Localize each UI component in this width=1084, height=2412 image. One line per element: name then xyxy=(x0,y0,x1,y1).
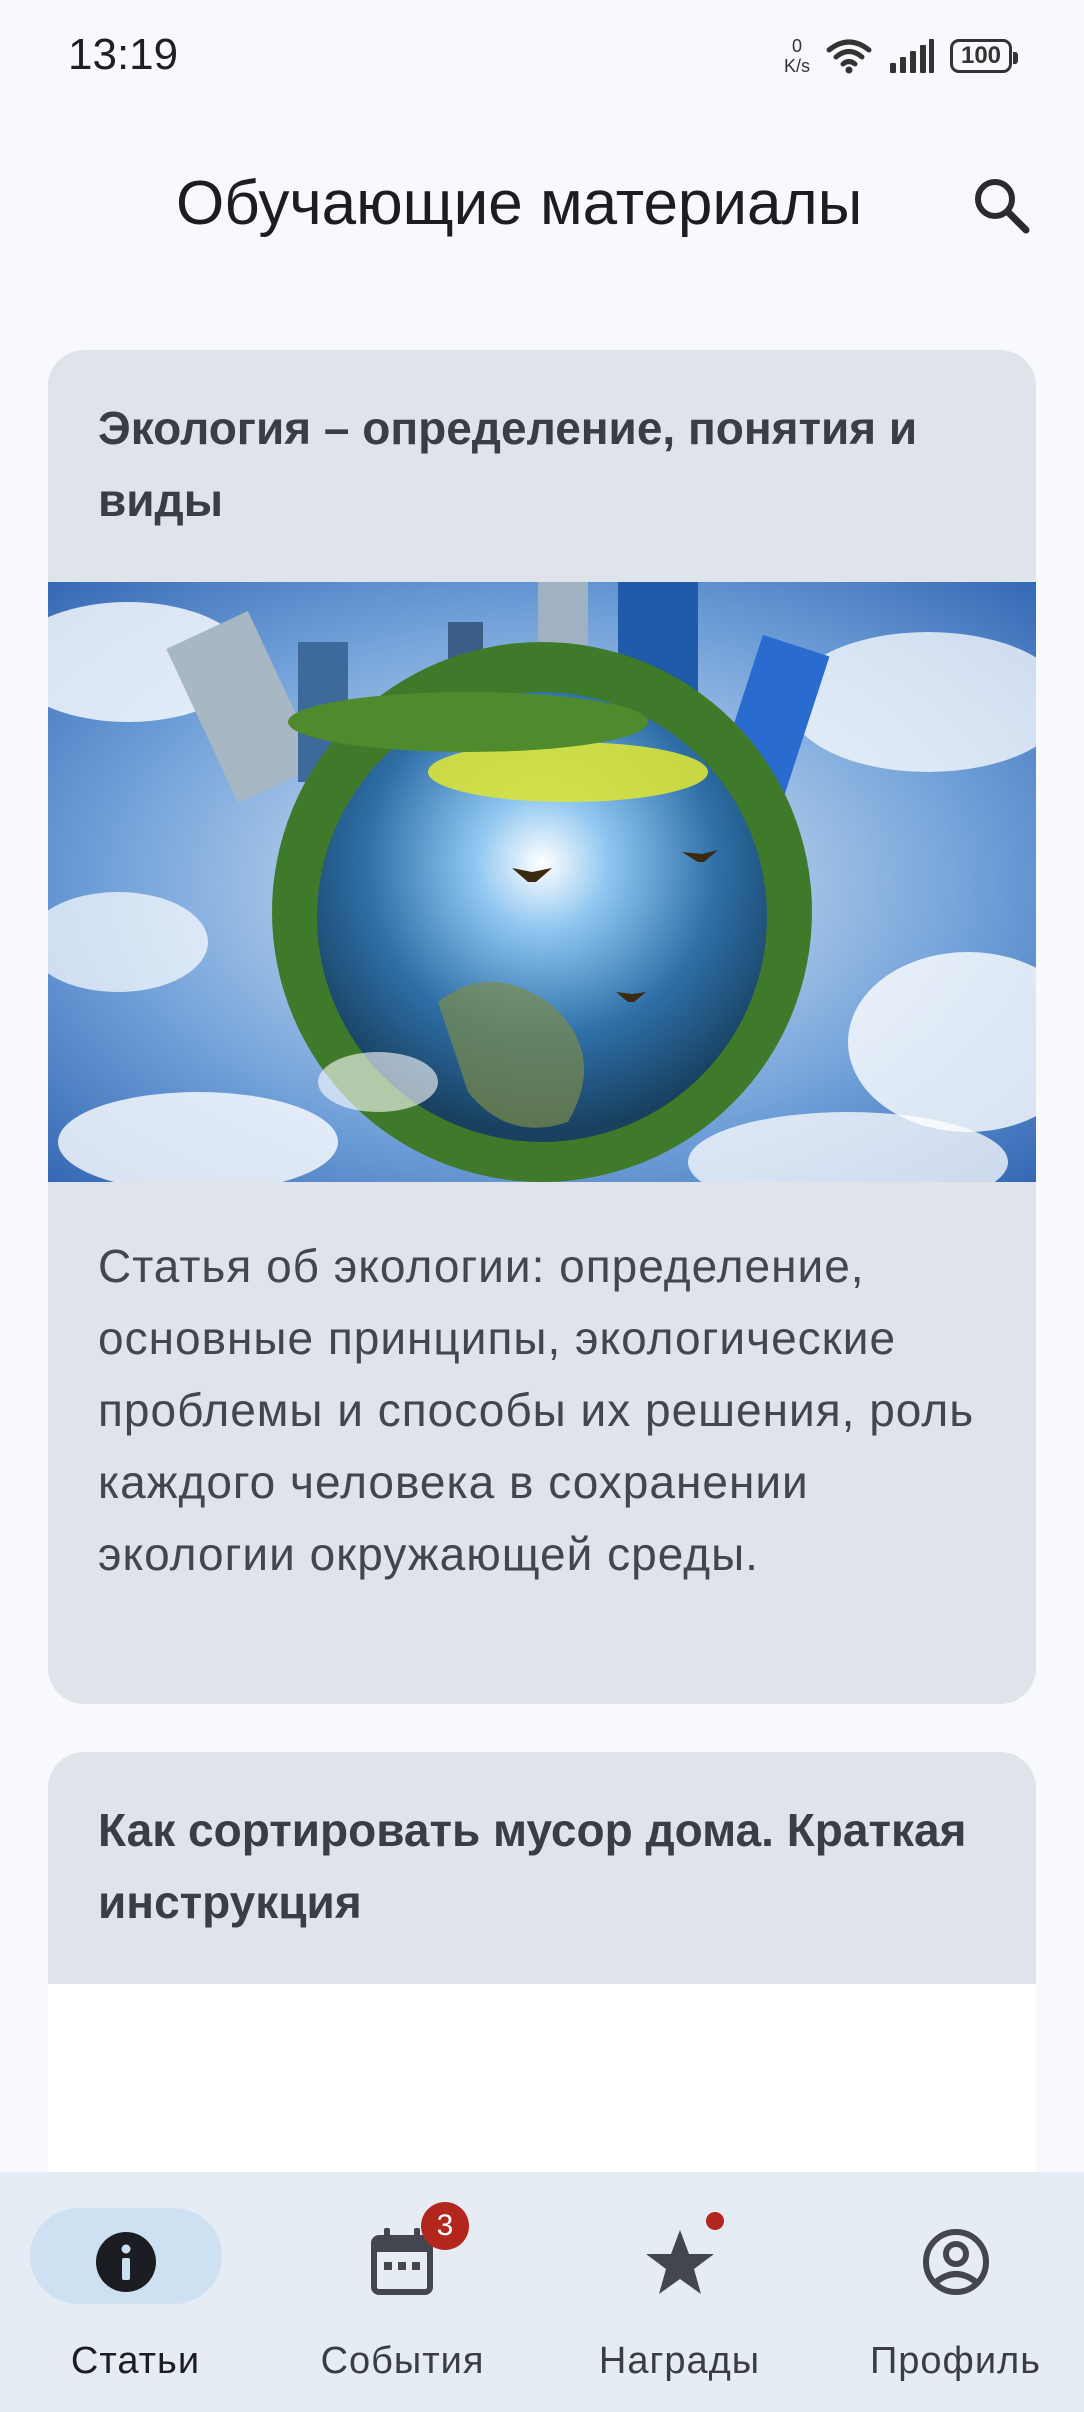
article-card[interactable]: Экология – определение, понятия и виды С… xyxy=(48,350,1036,1704)
events-badge: 3 xyxy=(421,2202,469,2250)
net-speed-value: 0 xyxy=(791,36,802,56)
earth-eco-image xyxy=(48,582,1036,1182)
nav-label: Профиль xyxy=(869,2340,1042,2382)
nav-label: Награды xyxy=(598,2340,761,2382)
search-button[interactable] xyxy=(966,170,1038,242)
article-title: Как сортировать мусор дома. Краткая инст… xyxy=(98,1804,967,1928)
awards-dot xyxy=(706,2212,724,2230)
status-bar: 13:19 0 K/s 100 xyxy=(0,0,1084,110)
nav-label: События xyxy=(320,2340,485,2382)
battery-icon: 100 xyxy=(950,39,1018,73)
article-image-placeholder xyxy=(48,1984,1036,2182)
info-icon xyxy=(96,2232,156,2292)
star-icon xyxy=(646,2230,714,2294)
signal-icon xyxy=(890,39,934,73)
bottom-navigation: Статьи 3 События Награды Профиль xyxy=(0,2172,1084,2412)
net-speed-unit: K/s xyxy=(783,56,810,76)
page-title: Обучающие материалы xyxy=(176,169,863,238)
net-speed: 0 K/s xyxy=(784,36,810,76)
profile-icon xyxy=(923,2229,989,2295)
wifi-icon xyxy=(826,39,872,74)
status-icons: 0 K/s 100 xyxy=(784,34,1018,78)
nav-item-awards[interactable]: Награды xyxy=(544,2172,815,2412)
nav-item-events[interactable]: 3 События xyxy=(267,2172,538,2412)
article-description: Статья об экологии: определение, основны… xyxy=(98,1240,975,1580)
search-icon xyxy=(975,179,1030,234)
article-title: Экология – определение, понятия и виды xyxy=(98,402,918,526)
article-card[interactable]: Как сортировать мусор дома. Краткая инст… xyxy=(48,1752,1036,2182)
nav-item-articles[interactable]: Статьи xyxy=(0,2172,271,2412)
status-time: 13:19 xyxy=(68,30,179,79)
nav-item-profile[interactable]: Профиль xyxy=(820,2172,1084,2412)
nav-label: Статьи xyxy=(70,2340,201,2382)
